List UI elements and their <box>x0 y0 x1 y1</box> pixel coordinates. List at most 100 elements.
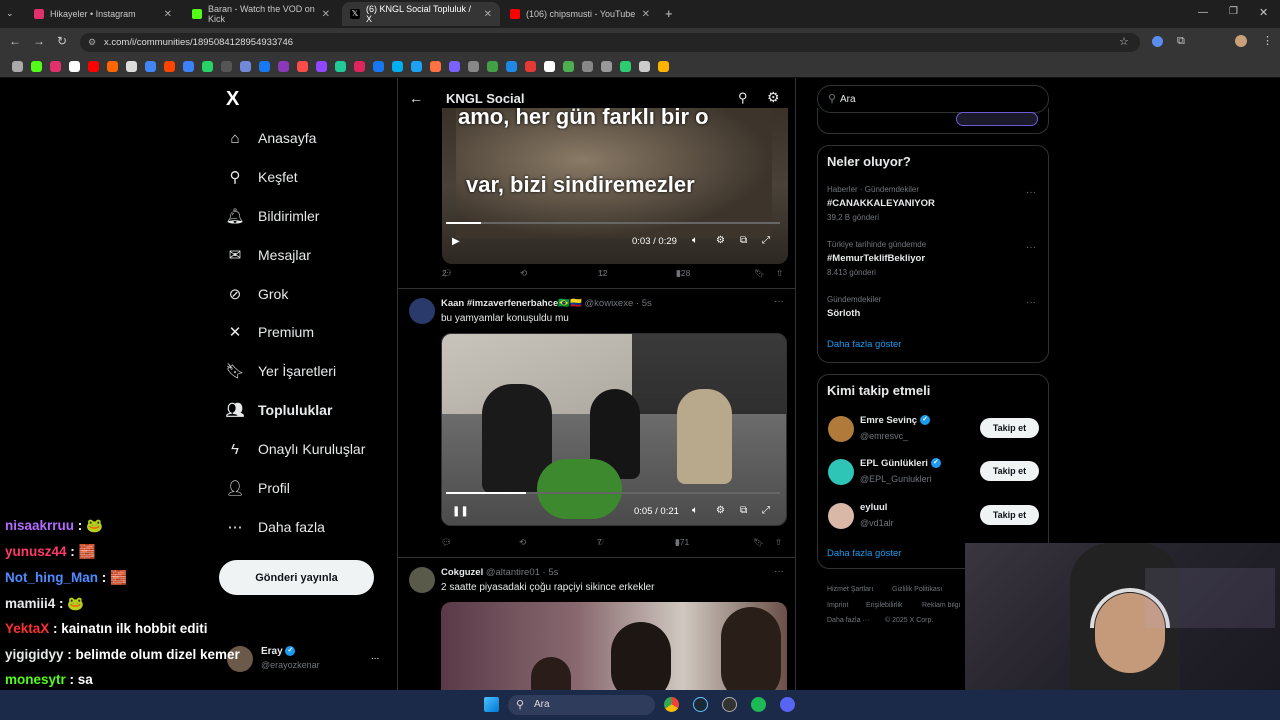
suggestion-avatar[interactable] <box>828 416 854 442</box>
account-more-icon[interactable]: ... <box>371 651 379 662</box>
footer-link[interactable]: Reklam bilgi <box>922 602 964 609</box>
bookmark-icon[interactable]: 🔖︎ <box>753 537 764 548</box>
tab-close-icon[interactable]: ✕ <box>322 9 330 20</box>
follow-show-more-link[interactable]: Daha fazla göster <box>827 548 901 559</box>
tweet-more-icon[interactable]: ··· <box>774 296 784 307</box>
spotify-icon[interactable] <box>751 697 766 712</box>
nav-item-grok[interactable]: ⊘ Grok <box>226 285 289 303</box>
fullscreen-icon[interactable]: ⤢ <box>762 235 770 246</box>
nav-item-bookmark[interactable]: 🔖︎ Yer İşaretleri <box>225 362 336 380</box>
pause-icon[interactable]: ❚❚ <box>452 506 469 517</box>
tweet-author-handle[interactable]: @altantire01 · 5s <box>486 567 558 578</box>
bookmark-favicon-icon[interactable] <box>31 61 42 72</box>
tweet-author-name[interactable]: Cokguzel <box>441 567 483 578</box>
bookmark-favicon-icon[interactable] <box>12 61 23 72</box>
bookmark-favicon-icon[interactable] <box>487 61 498 72</box>
minimize-icon[interactable]: — <box>1198 7 1208 18</box>
nav-item-profile[interactable]: 👤︎ Profil <box>225 479 289 497</box>
tweet-author-handle[interactable]: @kowixexe · 5s <box>585 298 652 309</box>
tab-instagram[interactable]: Hikayeler • Instagram ✕ <box>26 2 180 26</box>
nav-item-bell[interactable]: 🔔︎ Bildirimler <box>225 207 319 225</box>
tab-kick[interactable]: Baran - Watch the VOD on Kick ✕ <box>184 2 338 26</box>
bookmark-favicon-icon[interactable] <box>259 61 270 72</box>
pip-icon[interactable]: ⧉ <box>740 235 747 246</box>
bookmark-favicon-icon[interactable] <box>601 61 612 72</box>
bookmark-favicon-icon[interactable] <box>126 61 137 72</box>
bookmark-icon[interactable]: 🔖︎ <box>754 268 765 279</box>
profile-avatar[interactable] <box>1235 35 1247 47</box>
tab-list-icon[interactable]: ⌄ <box>6 8 14 19</box>
reload-icon[interactable]: ↻ <box>57 34 67 48</box>
chrome-icon[interactable] <box>664 697 679 712</box>
share-icon[interactable]: ⇧ <box>776 268 783 279</box>
suggestion-avatar[interactable] <box>828 459 854 485</box>
bookmark-favicon-icon[interactable] <box>506 61 517 72</box>
suggestion-name[interactable]: Emre Sevinç ✓ <box>860 415 931 426</box>
trend-name[interactable]: #CANAKKALEYANIYOR <box>827 198 935 209</box>
bookmark-favicon-icon[interactable] <box>354 61 365 72</box>
footer-link[interactable]: Hizmet Şartları <box>827 586 873 593</box>
suggestion-name[interactable]: EPL Günlükleri ✓ <box>860 458 941 469</box>
nav-item-x-premium[interactable]: ✕ Premium <box>226 323 314 341</box>
trend-name[interactable]: Sörloth <box>827 308 860 319</box>
tab-close-icon[interactable]: ✕ <box>484 9 492 20</box>
back-arrow-icon[interactable]: ← <box>409 90 423 106</box>
forward-icon[interactable]: → <box>33 34 45 48</box>
footer-link[interactable]: Daha fazla ··· <box>827 617 869 624</box>
bookmark-favicon-icon[interactable] <box>50 61 61 72</box>
bookmark-favicon-icon[interactable] <box>430 61 441 72</box>
bookmark-favicon-icon[interactable] <box>145 61 156 72</box>
tweet-avatar[interactable] <box>409 567 435 593</box>
close-window-icon[interactable]: ✕ <box>1259 6 1268 19</box>
video-settings-icon[interactable]: ⚙ <box>716 505 725 516</box>
nav-item-mail[interactable]: ✉ Mesajlar <box>226 246 311 264</box>
bookmark-favicon-icon[interactable] <box>88 61 99 72</box>
pip-icon[interactable]: ⧉ <box>740 505 747 516</box>
nav-item-communities[interactable]: 👥︎ Topluluklar <box>225 401 332 419</box>
obs-icon[interactable] <box>722 697 737 712</box>
bookmark-favicon-icon[interactable] <box>297 61 308 72</box>
bookmark-favicon-icon[interactable] <box>563 61 574 72</box>
back-icon[interactable]: ← <box>9 34 21 48</box>
follow-button[interactable]: Takip et <box>980 505 1039 525</box>
bookmark-favicon-icon[interactable] <box>335 61 346 72</box>
bookmark-favicon-icon[interactable] <box>449 61 460 72</box>
bookmark-favicon-icon[interactable] <box>392 61 403 72</box>
video-progress-track[interactable] <box>446 492 780 494</box>
nav-item-more-circle[interactable]: ⋯ Daha fazla <box>226 518 325 536</box>
tweet-avatar[interactable] <box>409 298 435 324</box>
post-button[interactable]: Gönderi yayınla <box>219 560 374 595</box>
bookmark-favicon-icon[interactable] <box>202 61 213 72</box>
tab-x-community[interactable]: 𝕏 (6) KNGL Social Topluluk / X ✕ <box>342 2 500 26</box>
tab-close-icon[interactable]: ✕ <box>642 9 650 20</box>
trend-more-icon[interactable]: ··· <box>1026 297 1036 308</box>
trend-more-icon[interactable]: ··· <box>1026 242 1036 253</box>
bookmark-favicon-icon[interactable] <box>316 61 327 72</box>
bookmark-favicon-icon[interactable] <box>240 61 251 72</box>
volume-icon[interactable]: 🔈︎ <box>692 235 698 246</box>
footer-link[interactable]: Imprint <box>827 602 848 609</box>
bookmark-star-icon[interactable]: ☆ <box>1119 35 1129 48</box>
nav-item-search[interactable]: ⚲ Keşfet <box>226 168 298 186</box>
bookmark-favicon-icon[interactable] <box>525 61 536 72</box>
steam-icon[interactable] <box>693 697 708 712</box>
retweet-icon[interactable]: ⟲ <box>520 268 527 279</box>
site-info-icon[interactable]: ⚙ <box>88 37 96 48</box>
video-settings-icon[interactable]: ⚙ <box>716 235 725 246</box>
new-tab-button[interactable]: + <box>665 6 673 21</box>
trend-name[interactable]: #MemurTeklifBekliyor <box>827 253 925 264</box>
tab-close-icon[interactable]: ✕ <box>164 9 172 20</box>
bookmark-favicon-icon[interactable] <box>107 61 118 72</box>
bookmark-favicon-icon[interactable] <box>221 61 232 72</box>
follow-button[interactable]: Takip et <box>980 461 1039 481</box>
bookmark-favicon-icon[interactable] <box>164 61 175 72</box>
bookmark-favicon-icon[interactable] <box>582 61 593 72</box>
nav-item-home[interactable]: ⌂ Anasayfa <box>226 129 316 147</box>
bookmark-favicon-icon[interactable] <box>468 61 479 72</box>
bookmark-favicon-icon[interactable] <box>411 61 422 72</box>
taskbar-search[interactable]: ⚲ Ara <box>508 695 655 715</box>
suggestion-avatar[interactable] <box>828 503 854 529</box>
discord-icon[interactable] <box>780 697 795 712</box>
search-icon[interactable]: ⚲ <box>738 90 748 106</box>
account-name[interactable]: Eray ✓ <box>261 646 296 657</box>
